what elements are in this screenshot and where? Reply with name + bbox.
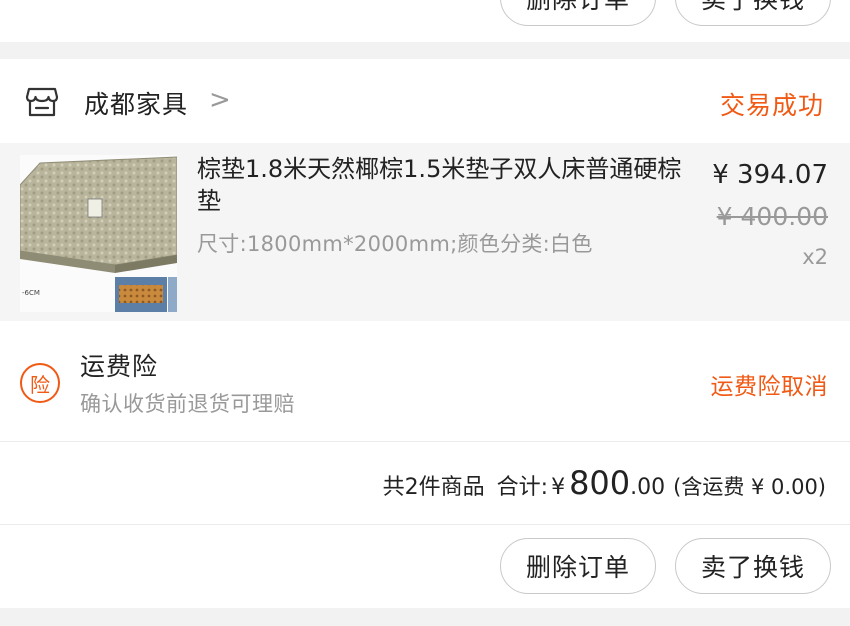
insurance-title: 运费险 — [80, 352, 159, 381]
product-thumbnail[interactable]: -6CM — [20, 155, 177, 312]
product-price: ¥ 394.07 — [712, 160, 828, 190]
insurance-icon: 险 — [20, 363, 60, 403]
mattress-image: -6CM — [20, 155, 177, 312]
image-caption: -6CM — [22, 289, 40, 297]
total-line: 共2件商品 合计: ¥ 800 .00 (含运费 ¥ 0.00) — [383, 464, 826, 502]
store-icon — [25, 87, 59, 117]
total-amount-decimal: .00 — [630, 475, 666, 500]
order-item[interactable]: -6CM 棕垫1.8米天然椰棕1.5米垫子双人床普通硬棕垫 尺寸:1800mm*… — [0, 143, 850, 321]
chevron-right-icon: > — [209, 85, 231, 115]
delete-order-button[interactable]: 删除订单 — [500, 538, 656, 594]
store-header[interactable]: 成都家具 > 交易成功 — [0, 59, 850, 143]
total-label: 合计: — [496, 475, 549, 500]
store-name[interactable]: 成都家具 — [84, 85, 188, 121]
currency-symbol: ¥ — [551, 475, 566, 500]
product-spec: 尺寸:1800mm*2000mm;颜色分类:白色 — [197, 232, 593, 256]
order-actions: 删除订单 卖了换钱 — [0, 525, 850, 608]
insurance-cancel-status[interactable]: 运费险取消 — [711, 367, 829, 401]
order-summary: 共2件商品 合计: ¥ 800 .00 (含运费 ¥ 0.00) — [0, 442, 850, 525]
previous-sell-button[interactable]: 卖了换钱 — [675, 0, 831, 26]
order-status: 交易成功 — [719, 91, 824, 120]
item-count: 共2件商品 — [382, 475, 485, 500]
order-card: 成都家具 > 交易成功 -6CM 棕垫1.8米天然椰棕1.5米垫子双人床普通硬棕… — [0, 59, 850, 608]
product-title[interactable]: 棕垫1.8米天然椰棕1.5米垫子双人床普通硬棕垫 — [197, 153, 687, 217]
previous-order-card: 删除订单 卖了换钱 — [0, 0, 850, 42]
previous-delete-order-button[interactable]: 删除订单 — [500, 0, 656, 26]
shipping-fee-note: (含运费 ¥ 0.00) — [673, 475, 826, 499]
product-original-price: ¥ 400.00 — [716, 202, 828, 231]
product-quantity: x2 — [802, 245, 828, 269]
shipping-insurance-row: 险 运费险 确认收货前退货可理赔 运费险取消 — [0, 321, 850, 442]
total-amount-integer: 800 — [569, 464, 631, 502]
sell-item-button[interactable]: 卖了换钱 — [675, 538, 831, 594]
insurance-description: 确认收货前退货可理赔 — [80, 392, 295, 416]
